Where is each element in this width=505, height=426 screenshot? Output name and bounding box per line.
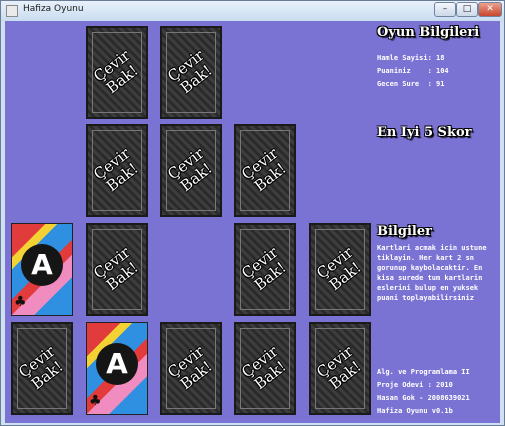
- card[interactable]: Çevir Bak!: [86, 223, 148, 316]
- game-info-title: Oyun Bilgileri: [377, 25, 480, 40]
- app-icon: [6, 5, 18, 17]
- card-label: Çevir Bak!: [67, 20, 167, 126]
- top-scores-title: En Iyi 5 Skor: [377, 125, 472, 140]
- moves-line: Hamle Sayisi: 18: [377, 54, 445, 62]
- card-label: Çevir Bak!: [141, 20, 241, 126]
- card-label: Çevir Bak!: [290, 316, 390, 422]
- info-text: Kartlari acmak icin ustune tiklayin. Her…: [377, 244, 487, 302]
- card-label: Çevir Bak!: [141, 316, 241, 422]
- game-board: Çevir Bak! Çevir Bak! Çevir Bak! Çevir B…: [5, 21, 500, 423]
- club-icon: ♣: [14, 294, 27, 310]
- card[interactable]: Çevir Bak!: [86, 124, 148, 217]
- footer-project: Proje Odevi : 2010: [377, 381, 453, 389]
- card[interactable]: Çevir Bak!: [160, 26, 222, 119]
- app-window: Hafiza Oyunu – □ ✕ Çevir Bak! Çevir Bak!…: [0, 0, 505, 426]
- card-label: Çevir Bak!: [67, 217, 167, 323]
- card[interactable]: Çevir Bak!: [234, 322, 296, 415]
- card-ace-of-clubs[interactable]: A ♣: [86, 322, 148, 415]
- card[interactable]: Çevir Bak!: [234, 223, 296, 316]
- time-line: Gecen Sure : 91: [377, 80, 445, 88]
- card-label: Çevir Bak!: [67, 118, 167, 224]
- window-title: Hafiza Oyunu: [23, 4, 84, 14]
- minimize-button[interactable]: –: [434, 2, 456, 17]
- card[interactable]: Çevir Bak!: [309, 322, 371, 415]
- footer-course: Alg. ve Programlama II: [377, 368, 470, 376]
- footer-author: Hasan Gok - 2008639021: [377, 394, 470, 402]
- card-rank: A: [106, 347, 128, 380]
- card[interactable]: Çevir Bak!: [11, 322, 73, 415]
- card-label: Çevir Bak!: [0, 316, 92, 422]
- footer-version: Hafiza Oyunu v0.1b: [377, 407, 453, 415]
- card-label: Çevir Bak!: [215, 316, 315, 422]
- card[interactable]: Çevir Bak!: [309, 223, 371, 316]
- card-label: Çevir Bak!: [290, 217, 390, 323]
- card[interactable]: Çevir Bak!: [160, 124, 222, 217]
- club-icon: ♣: [89, 393, 102, 409]
- info-title: Bilgiler: [377, 224, 432, 239]
- card-rank: A: [31, 248, 53, 281]
- card[interactable]: Çevir Bak!: [160, 322, 222, 415]
- close-button[interactable]: ✕: [478, 2, 502, 17]
- card-label: Çevir Bak!: [215, 118, 315, 224]
- title-bar[interactable]: Hafiza Oyunu – □ ✕: [1, 1, 504, 21]
- card[interactable]: Çevir Bak!: [234, 124, 296, 217]
- card-label: Çevir Bak!: [215, 217, 315, 323]
- maximize-button[interactable]: □: [456, 2, 478, 17]
- card[interactable]: Çevir Bak!: [86, 26, 148, 119]
- card-ace-of-clubs[interactable]: A ♣: [11, 223, 73, 316]
- card-label: Çevir Bak!: [141, 118, 241, 224]
- score-line: Puaniniz : 104: [377, 67, 449, 75]
